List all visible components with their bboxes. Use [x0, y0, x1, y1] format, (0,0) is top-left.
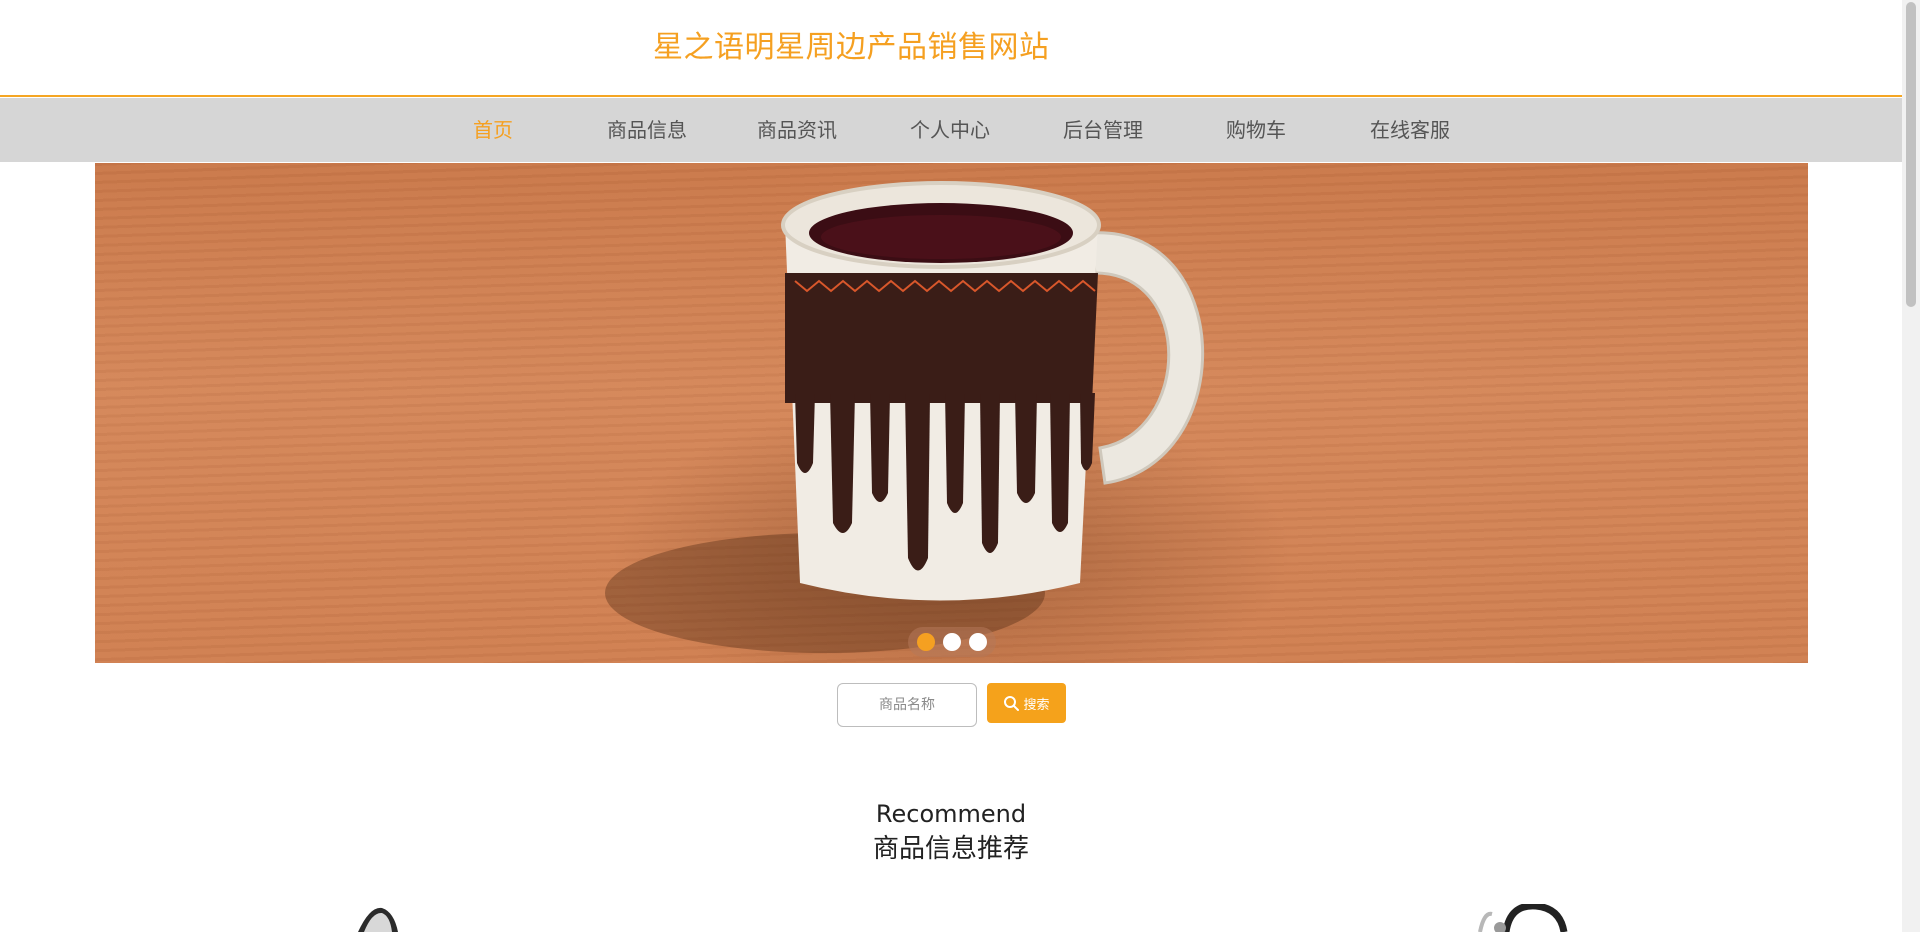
search-input[interactable]	[837, 683, 977, 727]
banner-carousel[interactable]	[95, 163, 1808, 663]
carousel-dot-2[interactable]	[943, 633, 961, 651]
site-header: 星之语明星周边产品销售网站	[0, 0, 1902, 97]
product-image-2[interactable]	[1470, 904, 1580, 932]
recommend-title-cn: 商品信息推荐	[872, 834, 1029, 864]
carousel-dot-3[interactable]	[969, 633, 987, 651]
nav-item-cart[interactable]: 购物车	[1226, 98, 1286, 162]
nav-item-home[interactable]: 首页	[473, 98, 513, 162]
recommend-title-en: Recommend	[875, 800, 1027, 828]
nav-item-profile[interactable]: 个人中心	[910, 98, 990, 162]
scrollbar-thumb[interactable]	[1906, 2, 1916, 307]
nav-item-support[interactable]: 在线客服	[1370, 98, 1450, 162]
nav-item-admin[interactable]: 后台管理	[1063, 98, 1143, 162]
banner-image-mug	[605, 181, 1205, 653]
search-button[interactable]: 搜索	[987, 683, 1066, 723]
page-scrollbar[interactable]	[1902, 0, 1920, 932]
carousel-dot-1[interactable]	[917, 633, 935, 651]
product-image-1[interactable]	[350, 904, 410, 932]
search-button-label: 搜索	[1023, 697, 1050, 713]
nav-item-news[interactable]: 商品资讯	[757, 98, 837, 162]
search-icon	[1004, 696, 1020, 711]
main-nav: 首页 商品信息 商品资讯 个人中心 后台管理 购物车 在线客服	[0, 98, 1902, 162]
carousel-indicators	[908, 627, 996, 657]
site-title: 星之语明星周边产品销售网站	[653, 30, 1050, 65]
nav-item-products[interactable]: 商品信息	[607, 98, 687, 162]
